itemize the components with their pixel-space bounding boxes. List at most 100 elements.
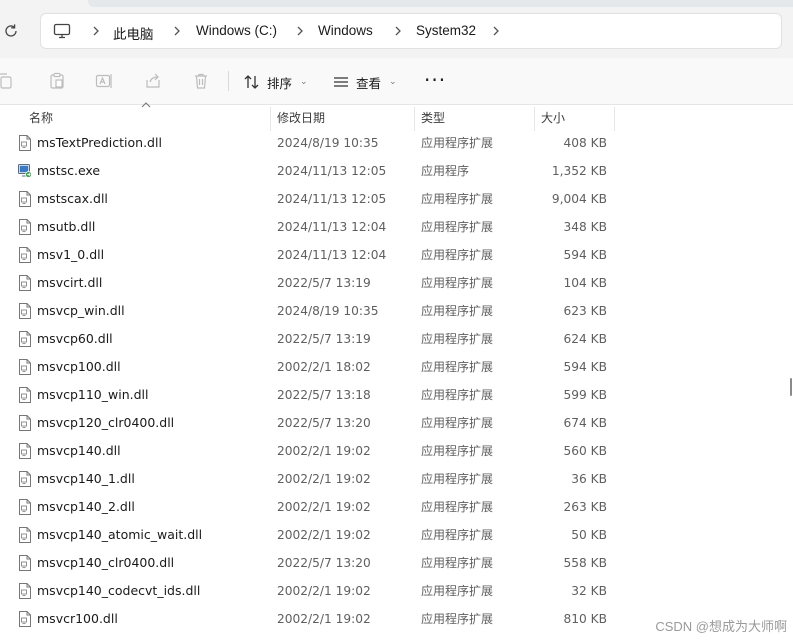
more-options-icon[interactable]: ···	[424, 70, 446, 90]
file-type: 应用程序扩展	[421, 444, 494, 458]
file-type: 应用程序扩展	[421, 556, 494, 570]
file-name[interactable]: msvcirt.dll	[37, 269, 102, 297]
file-name[interactable]: msvcp110_win.dll	[37, 381, 148, 409]
file-name[interactable]: msv1_0.dll	[37, 241, 104, 269]
delete-icon[interactable]	[192, 72, 210, 90]
file-size: 624 KB	[563, 332, 608, 346]
file-size: 674 KB	[563, 416, 608, 430]
breadcrumb-chevron-icon[interactable]	[295, 25, 305, 37]
dll-file-icon	[18, 527, 32, 543]
breadcrumb-chevron-icon[interactable]	[172, 25, 182, 37]
address-bar[interactable]: 此电脑 Windows (C:) Windows System32	[40, 13, 782, 49]
file-row[interactable]: msvcp120_clr0400.dll 2022/5/7 13:20 应用程序扩展…	[0, 409, 793, 437]
view-button[interactable]: 查看 ⌄	[332, 71, 397, 93]
refresh-icon[interactable]	[2, 22, 20, 40]
view-label: 查看	[356, 75, 382, 91]
breadcrumb-chevron-icon[interactable]	[491, 25, 501, 37]
file-size: 9,004 KB	[551, 192, 607, 206]
file-size: 263 KB	[563, 500, 608, 514]
file-modified-date: 2024/8/19 10:35	[277, 304, 379, 318]
sort-icon	[244, 75, 259, 89]
file-row[interactable]: mstscax.dll 2024/11/13 12:05 应用程序扩展 9,004 K…	[0, 185, 793, 213]
column-header-row: 名称 修改日期 类型 大小	[0, 102, 793, 131]
paste-icon[interactable]	[48, 72, 66, 90]
rename-icon[interactable]	[95, 72, 113, 90]
dll-file-icon	[18, 219, 32, 235]
dll-file-icon	[18, 191, 32, 207]
file-row[interactable]: msvcp140_atomic_wait.dll 2002/2/1 19:02 应用…	[0, 521, 793, 549]
breadcrumb-chevron-icon[interactable]	[393, 25, 403, 37]
breadcrumb-this-pc[interactable]: 此电脑	[113, 23, 154, 43]
sort-button[interactable]: 排序 ⌄	[243, 71, 308, 93]
file-name[interactable]: msvcp140_2.dll	[37, 493, 135, 521]
column-header-type[interactable]: 类型	[421, 105, 445, 131]
file-type: 应用程序扩展	[421, 472, 494, 486]
file-modified-date: 2024/11/13 12:04	[277, 220, 387, 234]
column-divider[interactable]	[414, 107, 415, 131]
file-name[interactable]: msvcp140_atomic_wait.dll	[37, 521, 202, 549]
file-type: 应用程序扩展	[421, 416, 494, 430]
breadcrumb-windows[interactable]: Windows	[318, 23, 373, 38]
file-name[interactable]: msvcp60.dll	[37, 325, 113, 353]
file-modified-date: 2024/11/13 12:05	[277, 192, 387, 206]
file-row[interactable]: msvcp140_2.dll 2002/2/1 19:02 应用程序扩展 263 KB	[0, 493, 793, 521]
file-name[interactable]: msvcp140_clr0400.dll	[37, 549, 174, 577]
file-row[interactable]: msvcp_win.dll 2024/8/19 10:35 应用程序扩展 623 KB	[0, 297, 793, 325]
breadcrumb-system32[interactable]: System32	[416, 23, 476, 38]
file-name[interactable]: mstscax.dll	[37, 185, 108, 213]
file-row[interactable]: msutb.dll 2024/11/13 12:04 应用程序扩展 348 KB	[0, 213, 793, 241]
dll-file-icon	[18, 583, 32, 599]
column-header-date[interactable]: 修改日期	[277, 105, 325, 131]
column-header-size[interactable]: 大小	[541, 105, 565, 131]
file-row[interactable]: msvcp100.dll 2002/2/1 18:02 应用程序扩展 594 KB	[0, 353, 793, 381]
file-row[interactable]: msvcirt.dll 2022/5/7 13:19 应用程序扩展 104 KB	[0, 269, 793, 297]
file-size: 558 KB	[563, 556, 608, 570]
file-row[interactable]: mstsc.exe 2024/11/13 12:05 应用程序 1,352 KB	[0, 157, 793, 185]
file-row[interactable]: msvcp60.dll 2022/5/7 13:19 应用程序扩展 624 KB	[0, 325, 793, 353]
file-row[interactable]: msvcp110_win.dll 2022/5/7 13:18 应用程序扩展 599 …	[0, 381, 793, 409]
dll-file-icon	[18, 303, 32, 319]
file-size: 348 KB	[563, 220, 608, 234]
file-name[interactable]: msvcp140.dll	[37, 437, 121, 465]
file-name[interactable]: mstsc.exe	[37, 157, 100, 185]
file-size: 104 KB	[563, 276, 608, 290]
file-name[interactable]: msvcp140_1.dll	[37, 465, 135, 493]
dll-file-icon	[18, 499, 32, 515]
file-name[interactable]: msvcp120_clr0400.dll	[37, 409, 174, 437]
dll-file-icon	[18, 471, 32, 487]
share-icon[interactable]	[144, 72, 162, 90]
dll-file-icon	[18, 611, 32, 627]
this-pc-icon[interactable]	[53, 23, 71, 39]
file-name[interactable]: msvcr100.dll	[37, 605, 118, 633]
column-header-name[interactable]: 名称	[29, 105, 53, 131]
file-row[interactable]: msTextPrediction.dll 2024/8/19 10:35 应用程序扩…	[0, 129, 793, 157]
file-row[interactable]: msvcp140_1.dll 2002/2/1 19:02 应用程序扩展 36 KB	[0, 465, 793, 493]
file-type: 应用程序扩展	[421, 500, 494, 514]
file-name[interactable]: msvcp_win.dll	[37, 297, 125, 325]
dll-file-icon	[18, 135, 32, 151]
file-row[interactable]: msvcp140.dll 2002/2/1 19:02 应用程序扩展 560 KB	[0, 437, 793, 465]
view-list-icon	[334, 77, 348, 87]
file-name[interactable]: msTextPrediction.dll	[37, 129, 162, 157]
file-modified-date: 2024/11/13 12:04	[277, 248, 387, 262]
file-row[interactable]: msvcp140_clr0400.dll 2022/5/7 13:20 应用程序扩展…	[0, 549, 793, 577]
file-modified-date: 2022/5/7 13:20	[277, 556, 371, 570]
file-name[interactable]: msvcp140_codecvt_ids.dll	[37, 577, 200, 605]
breadcrumb-drive-c[interactable]: Windows (C:)	[196, 23, 277, 38]
file-name[interactable]: msutb.dll	[37, 213, 95, 241]
file-row[interactable]: msv1_0.dll 2024/11/13 12:04 应用程序扩展 594 KB	[0, 241, 793, 269]
file-row[interactable]: msvcp140_codecvt_ids.dll 2002/2/1 19:02 应用…	[0, 577, 793, 605]
file-name[interactable]: msvcp100.dll	[37, 353, 121, 381]
file-modified-date: 2022/5/7 13:19	[277, 332, 371, 346]
file-size: 408 KB	[563, 136, 608, 150]
column-divider[interactable]	[534, 107, 535, 131]
file-modified-date: 2002/2/1 19:02	[277, 612, 371, 626]
sort-ascending-icon	[141, 102, 151, 108]
breadcrumb-chevron-icon[interactable]	[91, 25, 101, 37]
file-modified-date: 2024/11/13 12:05	[277, 164, 387, 178]
column-divider[interactable]	[614, 107, 615, 131]
scrollbar-thumb[interactable]	[790, 378, 792, 396]
file-modified-date: 2002/2/1 18:02	[277, 360, 371, 374]
column-divider[interactable]	[270, 107, 271, 131]
copy-icon[interactable]	[0, 72, 14, 90]
